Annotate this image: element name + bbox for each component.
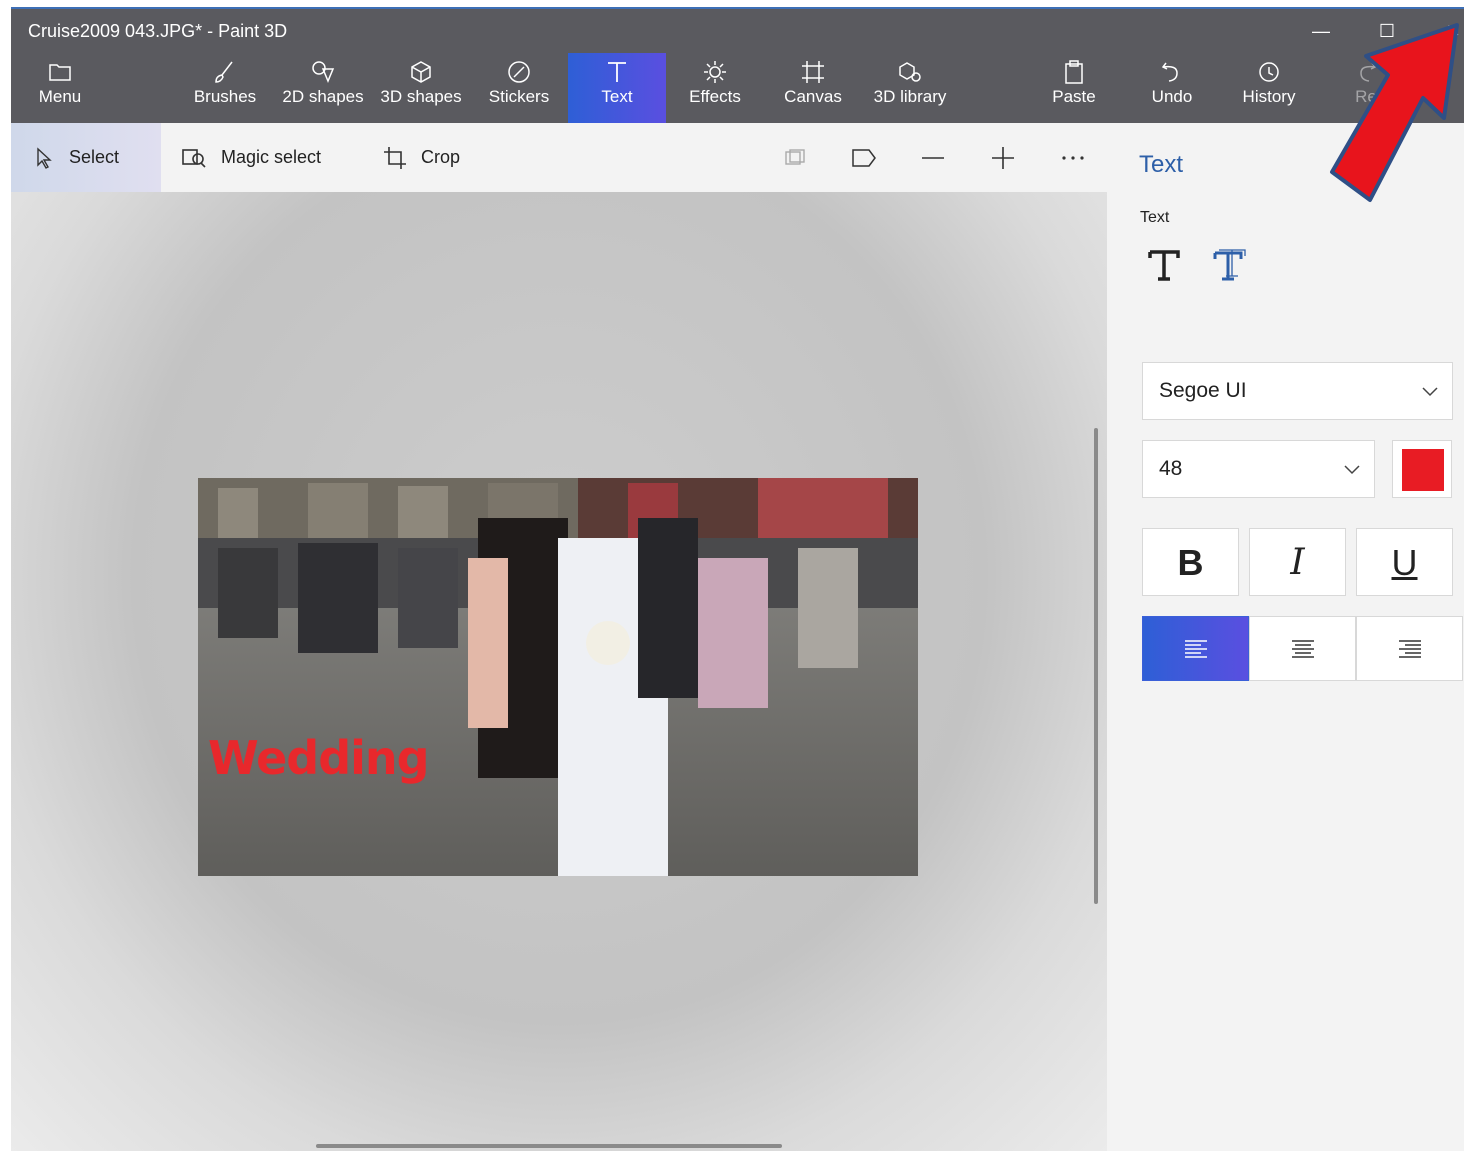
brushes-tool[interactable]: Brushes bbox=[189, 53, 261, 123]
menu-button[interactable]: Menu bbox=[27, 53, 93, 123]
color-swatch bbox=[1402, 449, 1444, 491]
italic-button[interactable]: I bbox=[1249, 528, 1346, 596]
photo-text-overlay: Wedding bbox=[208, 731, 430, 785]
selection-toolbar: Select Magic select Crop bbox=[11, 123, 1107, 192]
zoom-in-button[interactable] bbox=[991, 123, 1029, 192]
font-size-value: 48 bbox=[1159, 457, 1183, 480]
align-center-button[interactable] bbox=[1249, 616, 1356, 681]
align-right-button[interactable] bbox=[1356, 616, 1463, 681]
font-size-select[interactable]: 48 bbox=[1142, 440, 1375, 498]
2d-shapes-icon bbox=[312, 61, 335, 83]
effects-icon bbox=[704, 61, 726, 83]
title-bar: Cruise2009 043.JPG* - Paint 3D — ☐ ✕ bbox=[11, 9, 1464, 53]
more-options-button[interactable] bbox=[1061, 123, 1099, 192]
magic-select-label: Magic select bbox=[221, 147, 322, 167]
3d-text-button[interactable] bbox=[1211, 247, 1259, 291]
3d-library-tool[interactable]: 3D library bbox=[867, 53, 953, 123]
more-icon bbox=[1062, 155, 1084, 160]
3d-library-icon bbox=[899, 62, 921, 82]
undo-label: Undo bbox=[1151, 87, 1193, 106]
photo-scene bbox=[198, 478, 918, 876]
canvas-icon bbox=[802, 61, 824, 83]
tag-button[interactable] bbox=[851, 123, 891, 192]
history-label: History bbox=[1242, 87, 1296, 106]
menu-label: Menu bbox=[38, 87, 82, 106]
make-3d-icon bbox=[785, 148, 805, 165]
crop-button[interactable]: Crop bbox=[383, 123, 460, 192]
undo-icon bbox=[1161, 62, 1178, 82]
cursor-icon bbox=[37, 146, 52, 169]
select-button[interactable]: Select bbox=[11, 123, 161, 192]
2d-text-button[interactable] bbox=[1147, 247, 1195, 291]
brushes-label: Brushes bbox=[193, 87, 257, 106]
zoom-out-button[interactable] bbox=[921, 123, 959, 192]
minus-icon bbox=[922, 156, 944, 159]
text-icon bbox=[608, 62, 626, 82]
3d-text-icon bbox=[1213, 249, 1246, 281]
crop-icon bbox=[384, 146, 406, 169]
paste-icon bbox=[1065, 60, 1083, 84]
paste-button[interactable]: Paste bbox=[1041, 53, 1107, 123]
effects-tool[interactable]: Effects bbox=[681, 53, 749, 123]
tag-icon bbox=[852, 148, 876, 167]
stickers-tool[interactable]: Stickers bbox=[483, 53, 555, 123]
folder-icon bbox=[49, 64, 71, 81]
2d-shapes-tool[interactable]: 2D shapes bbox=[277, 53, 369, 123]
font-family-value: Segoe UI bbox=[1159, 379, 1247, 402]
paste-label: Paste bbox=[1052, 87, 1096, 106]
effects-label: Effects bbox=[689, 87, 741, 106]
text-side-panel: Text Text Segoe UI 48 B I U bbox=[1107, 123, 1464, 1151]
paint3d-window: Cruise2009 043.JPG* - Paint 3D — ☐ ✕ Men… bbox=[11, 7, 1464, 1151]
brush-icon bbox=[215, 61, 233, 83]
annotation-arrow bbox=[1330, 23, 1459, 202]
align-right-icon bbox=[1398, 639, 1421, 658]
main-ribbon: Menu Brushes 2D shapes 3D shapes Sticker… bbox=[11, 53, 1464, 123]
underline-button[interactable]: U bbox=[1356, 528, 1453, 596]
align-left-button[interactable] bbox=[1142, 616, 1249, 681]
copy-to-3d-button[interactable] bbox=[783, 123, 821, 192]
3d-shapes-tool[interactable]: 3D shapes bbox=[377, 53, 465, 123]
text-type-label: Text bbox=[1140, 209, 1170, 226]
align-left-icon bbox=[1184, 639, 1207, 658]
plus-icon bbox=[992, 146, 1014, 169]
text-color-picker[interactable] bbox=[1392, 440, 1452, 498]
chevron-down-icon bbox=[1344, 465, 1360, 475]
crop-label: Crop bbox=[421, 147, 461, 167]
undo-button[interactable]: Undo bbox=[1141, 53, 1203, 123]
history-icon bbox=[1259, 62, 1279, 82]
bold-button[interactable]: B bbox=[1142, 528, 1239, 596]
magic-select-icon bbox=[182, 148, 206, 168]
window-title: Cruise2009 043.JPG* - Paint 3D bbox=[28, 21, 288, 41]
canvas-tool[interactable]: Canvas bbox=[779, 53, 847, 123]
3d-shapes-icon bbox=[411, 61, 431, 83]
font-family-select[interactable]: Segoe UI bbox=[1142, 362, 1453, 420]
wedding-photo[interactable]: Wedding bbox=[198, 478, 918, 876]
sticker-icon bbox=[508, 61, 530, 83]
magic-select-button[interactable]: Magic select bbox=[181, 123, 321, 192]
stickers-label: Stickers bbox=[488, 87, 550, 106]
canvas-label: Canvas bbox=[784, 87, 842, 106]
select-label: Select bbox=[69, 147, 120, 167]
canvas-area[interactable]: Wedding bbox=[11, 192, 1107, 1151]
chevron-down-icon bbox=[1422, 387, 1438, 397]
vertical-scrollbar[interactable] bbox=[1094, 428, 1098, 904]
panel-title: Text bbox=[1139, 151, 1184, 178]
3d-library-label: 3D library bbox=[873, 87, 947, 106]
2d-text-icon bbox=[1148, 250, 1180, 281]
text-label: Text bbox=[601, 87, 633, 106]
align-center-icon bbox=[1291, 639, 1314, 658]
horizontal-scrollbar[interactable] bbox=[316, 1144, 782, 1148]
2d-shapes-label: 2D shapes bbox=[282, 87, 364, 106]
3d-shapes-label: 3D shapes bbox=[380, 87, 462, 106]
history-button[interactable]: History bbox=[1231, 53, 1307, 123]
text-tool[interactable]: Text bbox=[568, 53, 666, 123]
